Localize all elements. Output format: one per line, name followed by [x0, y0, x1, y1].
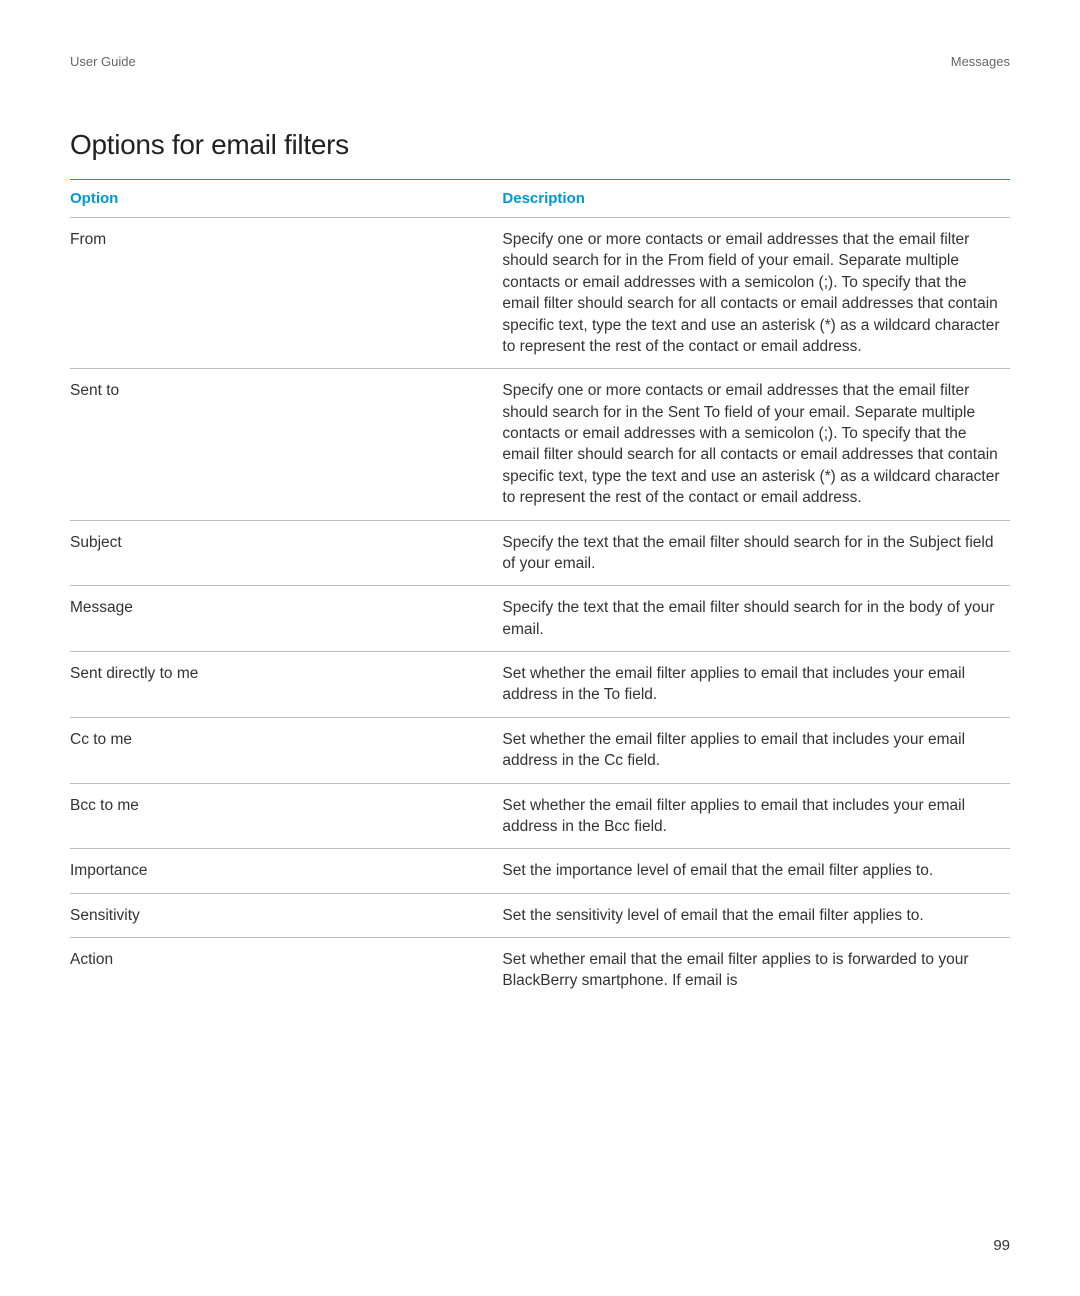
description-cell: Set whether email that the email filter … — [502, 938, 1010, 1003]
description-cell: Specify the text that the email filter s… — [502, 586, 1010, 652]
option-cell: Bcc to me — [70, 783, 502, 849]
option-cell: Importance — [70, 849, 502, 893]
table-row: Sent directly to me Set whether the emai… — [70, 652, 1010, 718]
table-row: Importance Set the importance level of e… — [70, 849, 1010, 893]
option-cell: Message — [70, 586, 502, 652]
table-row: Message Specify the text that the email … — [70, 586, 1010, 652]
option-cell: Action — [70, 938, 502, 1003]
description-cell: Set whether the email filter applies to … — [502, 783, 1010, 849]
table-row: Cc to me Set whether the email filter ap… — [70, 717, 1010, 783]
table-row: Sensitivity Set the sensitivity level of… — [70, 893, 1010, 937]
description-cell: Specify the text that the email filter s… — [502, 520, 1010, 586]
option-cell: Cc to me — [70, 717, 502, 783]
page-title: Options for email filters — [70, 129, 1010, 161]
description-cell: Specify one or more contacts or email ad… — [502, 218, 1010, 369]
table-row: Subject Specify the text that the email … — [70, 520, 1010, 586]
header-option: Option — [70, 180, 502, 218]
description-cell: Set the sensitivity level of email that … — [502, 893, 1010, 937]
description-cell: Set whether the email filter applies to … — [502, 717, 1010, 783]
option-cell: Sensitivity — [70, 893, 502, 937]
table-row: Bcc to me Set whether the email filter a… — [70, 783, 1010, 849]
header-right: Messages — [951, 54, 1010, 69]
options-table: Option Description From Specify one or m… — [70, 179, 1010, 1003]
header-description: Description — [502, 180, 1010, 218]
table-row: From Specify one or more contacts or ema… — [70, 218, 1010, 369]
option-cell: From — [70, 218, 502, 369]
page-header: User Guide Messages — [70, 54, 1010, 69]
table-row: Sent to Specify one or more contacts or … — [70, 369, 1010, 520]
header-left: User Guide — [70, 54, 136, 69]
option-cell: Sent to — [70, 369, 502, 520]
page-number: 99 — [993, 1237, 1010, 1254]
option-cell: Sent directly to me — [70, 652, 502, 718]
description-cell: Set the importance level of email that t… — [502, 849, 1010, 893]
description-cell: Set whether the email filter applies to … — [502, 652, 1010, 718]
option-cell: Subject — [70, 520, 502, 586]
description-cell: Specify one or more contacts or email ad… — [502, 369, 1010, 520]
table-row: Action Set whether email that the email … — [70, 938, 1010, 1003]
